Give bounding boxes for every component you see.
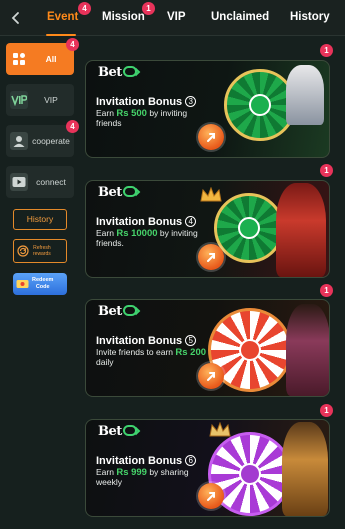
sidebar-item-label: connect [36, 177, 66, 187]
wheel-hub [249, 94, 271, 116]
sidebar-cooperate-badge: 4 [66, 120, 79, 133]
banner-description: Earn Rs 999 by sharing weekly [96, 467, 211, 487]
ticket-icon [16, 280, 29, 288]
arrow-right-icon[interactable] [198, 363, 224, 389]
active-tab-indicator [46, 34, 76, 36]
invitation-bonus-banner-5[interactable]: Bet Invitation Bonus 5 Invite friends to … [85, 299, 330, 397]
tab-mission-label: Mission [102, 11, 145, 23]
crown-icon [200, 186, 222, 208]
tab-mission[interactable]: Mission [102, 0, 145, 36]
invitation-bonus-banner-6[interactable]: Bet Invitation Bonus 6 Earn Rs 999 by sha… [85, 419, 330, 517]
cricketer-figure-image [286, 65, 324, 125]
brand-logo-mark [122, 305, 137, 316]
brand-logo-text: Bet [98, 424, 122, 439]
tab-mission-badge: 1 [142, 2, 155, 15]
tab-vip-label: VIP [167, 11, 186, 23]
banner-description: Earn Rs 10000 by inviting friends. [96, 228, 211, 248]
wheel-hub [239, 463, 261, 485]
brand-logo-text: Bet [98, 185, 122, 200]
brand-logo: Bet [98, 65, 137, 80]
refresh-label-line2: rewards [33, 251, 51, 257]
sidebar-item-connect[interactable]: connect [6, 166, 74, 198]
brand-logo-mark [122, 66, 137, 77]
redeem-label-line2: Code [35, 284, 50, 290]
banner-desc-pre: Invite friends to earn [96, 347, 176, 357]
brand-logo-mark [122, 425, 137, 436]
redeem-label-line1: Redeem [32, 277, 54, 283]
brand-logo: Bet [98, 424, 137, 439]
banner-desc-pre: Earn [96, 228, 117, 238]
banner-badge: 1 [320, 164, 333, 177]
woman-figure-image [276, 183, 326, 277]
sidebar-item-all[interactable]: All [6, 43, 74, 75]
banner-title-text: Invitation Bonus [96, 96, 183, 108]
banner-title-text: Invitation Bonus [96, 216, 183, 228]
vip-icon [10, 91, 28, 109]
tab-event-label: Event [47, 11, 79, 23]
banner-badge: 1 [320, 284, 333, 297]
invitation-bonus-banner-3[interactable]: Bet Invitation Bonus 3 Earn Rs 500 by inv… [85, 60, 330, 158]
tab-unclaimed[interactable]: Unclaimed [211, 0, 269, 36]
banner-desc-pre: Earn [96, 467, 117, 477]
tab-history[interactable]: History [290, 0, 330, 36]
banner-description: Earn Rs 500 by inviting friends [96, 108, 211, 128]
grid-icon [10, 50, 28, 68]
brand-logo-text: Bet [98, 304, 122, 319]
woman-figure-image [282, 422, 328, 516]
sidebar-all-badge: 4 [66, 38, 79, 51]
invitation-bonus-banner-4[interactable]: Bet Invitation Bonus 4 Earn Rs 10000 by i… [85, 180, 330, 278]
banner-number: 6 [185, 455, 197, 466]
arrow-right-icon[interactable] [198, 124, 224, 150]
prize-wheel-image [214, 193, 284, 263]
woman-figure-image [286, 304, 329, 396]
redeem-code-button[interactable]: Redeem Code [13, 273, 67, 295]
brand-logo: Bet [98, 185, 137, 200]
banner-badge: 1 [320, 404, 333, 417]
sidebar-item-cooperate[interactable]: cooperate [6, 125, 74, 157]
banner-title: Invitation Bonus 5 [96, 335, 197, 347]
banner-amount: Rs 200 [175, 347, 207, 358]
banner-title: Invitation Bonus 4 [96, 216, 197, 228]
sidebar-item-label: VIP [44, 95, 58, 105]
banner-description: Invite friends to earn Rs 200 daily [96, 347, 211, 367]
brand-logo-mark [122, 186, 137, 197]
video-icon [10, 173, 28, 191]
brand-logo: Bet [98, 304, 137, 319]
banner-desc-pre: Earn [96, 108, 117, 118]
person-icon [10, 132, 28, 150]
tab-event[interactable]: Event [47, 0, 78, 36]
back-button[interactable] [4, 6, 28, 30]
banner-title-text: Invitation Bonus [96, 335, 183, 347]
brand-logo-text: Bet [98, 65, 122, 80]
refresh-icon [17, 245, 29, 257]
chevron-left-icon [11, 12, 19, 24]
banner-title: Invitation Bonus 3 [96, 96, 197, 108]
banner-desc-post: daily [96, 356, 114, 367]
banner-title-text: Invitation Bonus [96, 455, 183, 467]
sidebar-item-label: All [45, 54, 57, 64]
banner-title: Invitation Bonus 6 [96, 455, 197, 467]
refresh-rewards-button[interactable]: Refresh rewards [13, 239, 67, 263]
top-nav-bar: Event 4 Mission 1 VIP Unclaimed History [0, 0, 345, 36]
tab-vip[interactable]: VIP [167, 0, 186, 36]
wheel-hub [238, 217, 260, 239]
tab-unclaimed-label: Unclaimed [211, 11, 270, 23]
banner-number: 4 [185, 216, 197, 227]
sidebar-item-vip[interactable]: VIP [6, 84, 74, 116]
arrow-right-icon[interactable] [198, 244, 224, 270]
arrow-right-icon[interactable] [198, 483, 224, 509]
sidebar-item-label: cooperate [32, 136, 70, 146]
banner-badge: 1 [320, 44, 333, 57]
wheel-hub [239, 339, 261, 361]
tab-event-badge: 4 [78, 2, 91, 15]
history-button[interactable]: History [13, 209, 67, 230]
banner-number: 5 [185, 335, 197, 346]
tab-history-label: History [290, 11, 330, 23]
banner-number: 3 [185, 96, 197, 107]
